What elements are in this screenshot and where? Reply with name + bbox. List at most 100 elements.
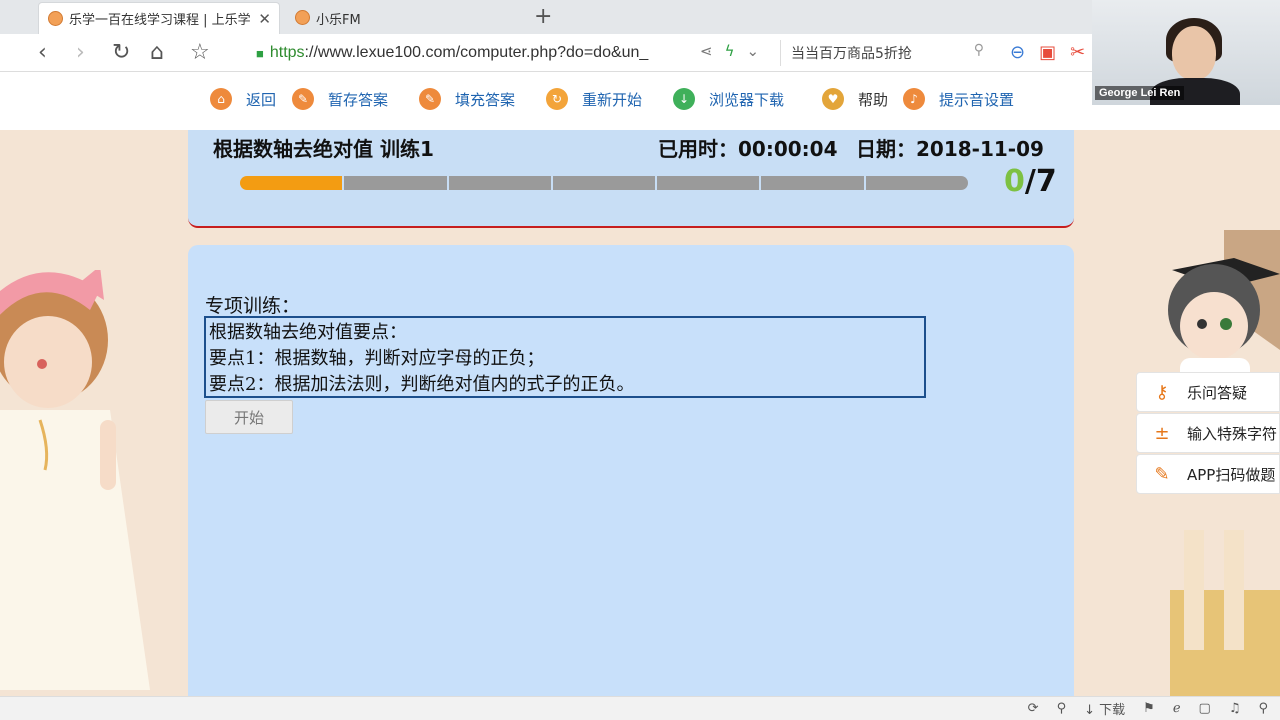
exercise-content: 专项训练： 根据数轴去绝对值要点： 要点1：根据数轴，判断对应字母的正负； 要点… bbox=[188, 245, 1074, 696]
browser-extensions: ⊖ ▣ ✂ bbox=[1010, 42, 1085, 63]
pencil-icon: ✎ bbox=[1154, 463, 1170, 485]
download-icon: ↓ bbox=[673, 88, 695, 110]
score: 0/7 bbox=[1004, 164, 1057, 199]
date-value: 2018-11-09 bbox=[916, 137, 1044, 161]
refresh-icon: ↻ bbox=[546, 88, 568, 110]
ask-label: 乐问答疑 bbox=[1187, 383, 1248, 402]
back-button[interactable]: ⌂ 返回 bbox=[210, 88, 276, 110]
chevron-down-icon[interactable]: ⌄ bbox=[746, 42, 759, 60]
browser-nav-bar: ‹ › ↻ ⌂ ☆ ■ https ://www.lexue100.com/co… bbox=[0, 34, 1280, 72]
download-status[interactable]: ↓ 下载 bbox=[1084, 699, 1125, 718]
page-background: 根据数轴去绝对值 训练1 已用时：00:00:04 日期：2018-11-09 … bbox=[0, 130, 1280, 696]
url-scheme: https bbox=[269, 44, 305, 61]
elapsed-label: 已用时： bbox=[658, 137, 738, 161]
site-favicon-icon bbox=[295, 10, 310, 25]
restart-button[interactable]: ↻ 重新开始 bbox=[546, 88, 642, 110]
save-answer-label: 暂存答案 bbox=[328, 90, 389, 109]
lock-icon: ■ bbox=[256, 45, 264, 61]
plus-minus-icon: ± bbox=[1154, 422, 1170, 444]
minus-circle-icon[interactable]: ⊖ bbox=[1010, 42, 1025, 63]
exercise-date: 日期：2018-11-09 bbox=[856, 133, 1044, 162]
search-input[interactable]: 当当百万商品5折抢 ⚲ bbox=[780, 40, 990, 66]
back-label: 返回 bbox=[246, 90, 277, 109]
new-tab-button[interactable]: + bbox=[534, 4, 552, 29]
edit-icon: ✎ bbox=[419, 88, 441, 110]
section-label: 专项训练： bbox=[205, 295, 301, 317]
edit-icon: ✎ bbox=[292, 88, 314, 110]
fill-answer-label: 填充答案 bbox=[455, 90, 516, 109]
zoom-icon[interactable]: ⚲ bbox=[1258, 701, 1268, 716]
side-menu: ⚷ 乐问答疑 ± 输入特殊字符 ✎ APP扫码做题 bbox=[1136, 372, 1280, 495]
search-icon[interactable]: ⚲ bbox=[974, 42, 984, 58]
accelerate-icon[interactable]: ⟳ bbox=[1028, 701, 1039, 716]
home-icon: ⌂ bbox=[210, 88, 232, 110]
home-icon[interactable]: ⌂ bbox=[150, 40, 164, 66]
reload-icon[interactable]: ↻ bbox=[112, 40, 130, 66]
help-button[interactable]: ♥ 帮助 bbox=[822, 88, 888, 110]
key-icon: ⚷ bbox=[1155, 381, 1169, 403]
app-scan-button[interactable]: ✎ APP扫码做题 bbox=[1136, 454, 1280, 494]
heart-icon: ♥ bbox=[822, 88, 844, 110]
progress-bar bbox=[240, 176, 968, 190]
start-button[interactable]: 开始 bbox=[205, 400, 293, 434]
date-label: 日期： bbox=[856, 137, 916, 161]
cartoon-girl-illustration bbox=[0, 270, 150, 690]
scissors-icon[interactable]: ✂ bbox=[1070, 42, 1085, 63]
score-total: /7 bbox=[1024, 164, 1057, 199]
progress-segment bbox=[761, 176, 864, 190]
window-icon[interactable]: ▢ bbox=[1199, 701, 1211, 716]
forward-arrow-icon[interactable]: › bbox=[76, 40, 85, 66]
address-actions: ⋖ ϟ ⌄ bbox=[700, 42, 759, 60]
elapsed-value: 00:00:04 bbox=[738, 137, 838, 161]
back-arrow-icon[interactable]: ‹ bbox=[38, 40, 47, 66]
key-point-line: 要点2：根据加法法则，判断绝对值内的式子的正负。 bbox=[209, 374, 635, 395]
key-point-line: 根据数轴去绝对值要点： bbox=[209, 322, 407, 343]
save-answer-button[interactable]: ✎ 暂存答案 bbox=[292, 88, 388, 110]
site-toolbar: ⌂ 返回 ✎ 暂存答案 ✎ 填充答案 ↻ 重新开始 ↓ 浏览器下载 ♥ 帮助 ♪… bbox=[0, 72, 1280, 130]
webcam-name: George Lei Ren bbox=[1095, 86, 1185, 100]
progress-segment bbox=[552, 176, 656, 190]
tab-label: 乐学一百在线学习课程 | 上乐学 bbox=[69, 13, 251, 28]
key-point-line: 要点1：根据数轴，判断对应字母的正负； bbox=[209, 348, 545, 369]
ask-question-button[interactable]: ⚷ 乐问答疑 bbox=[1136, 372, 1280, 412]
site-favicon-icon bbox=[48, 11, 63, 26]
exercise-title: 根据数轴去绝对值 训练1 bbox=[213, 137, 434, 161]
score-done: 0 bbox=[1004, 164, 1025, 199]
pin-icon[interactable]: ⚲ bbox=[1057, 701, 1067, 716]
tab-xiaolefm[interactable]: 小乐FM bbox=[286, 2, 516, 34]
fill-answer-button[interactable]: ✎ 填充答案 bbox=[419, 88, 515, 110]
browser-tab-bar: 乐学一百在线学习课程 | 上乐学 ✕ 小乐FM + bbox=[0, 0, 1280, 34]
flag-icon[interactable]: ⚑ bbox=[1143, 701, 1155, 716]
speaker-icon: ♪ bbox=[903, 88, 925, 110]
ie-icon[interactable]: ℯ bbox=[1173, 701, 1181, 716]
webcam-overlay: George Lei Ren bbox=[1092, 0, 1280, 105]
share-icon[interactable]: ⋖ bbox=[700, 42, 713, 60]
lightning-icon[interactable]: ϟ bbox=[725, 42, 735, 60]
special-chars-button[interactable]: ± 输入特殊字符 bbox=[1136, 413, 1280, 453]
volume-icon[interactable]: ♫ bbox=[1229, 701, 1241, 716]
tv-icon[interactable]: ▣ bbox=[1039, 42, 1056, 63]
special-chars-label: 输入特殊字符 bbox=[1187, 424, 1278, 443]
exercise-header: 根据数轴去绝对值 训练1 已用时：00:00:04 日期：2018-11-09 … bbox=[188, 130, 1074, 228]
progress-segment-current bbox=[240, 176, 343, 190]
webcam-face bbox=[1172, 26, 1216, 80]
download-label: 下载 bbox=[1099, 703, 1126, 718]
close-tab-icon[interactable]: ✕ bbox=[258, 10, 271, 28]
sound-settings-label: 提示音设置 bbox=[939, 90, 1015, 109]
app-scan-label: APP扫码做题 bbox=[1187, 465, 1276, 484]
sound-settings-button[interactable]: ♪ 提示音设置 bbox=[903, 88, 1014, 110]
url-text: ://www.lexue100.com/computer.php?do=do&u… bbox=[304, 44, 649, 61]
progress-segment bbox=[865, 176, 968, 190]
tab-lexue[interactable]: 乐学一百在线学习课程 | 上乐学 ✕ bbox=[38, 2, 280, 34]
progress-segment bbox=[657, 176, 760, 190]
key-points-box: 根据数轴去绝对值要点： 要点1：根据数轴，判断对应字母的正负； 要点2：根据加法… bbox=[204, 316, 926, 398]
help-label: 帮助 bbox=[858, 90, 889, 109]
download-browser-label: 浏览器下载 bbox=[709, 90, 785, 109]
browser-status-bar: ⟳ ⚲ ↓ 下载 ⚑ ℯ ▢ ♫ ⚲ bbox=[0, 696, 1280, 720]
progress-segment bbox=[344, 176, 447, 190]
restart-label: 重新开始 bbox=[582, 90, 643, 109]
star-icon[interactable]: ☆ bbox=[190, 40, 210, 66]
elapsed-time: 已用时：00:00:04 bbox=[658, 133, 838, 162]
download-browser-button[interactable]: ↓ 浏览器下载 bbox=[673, 88, 784, 110]
address-bar[interactable]: ■ https ://www.lexue100.com/computer.php… bbox=[246, 40, 766, 66]
